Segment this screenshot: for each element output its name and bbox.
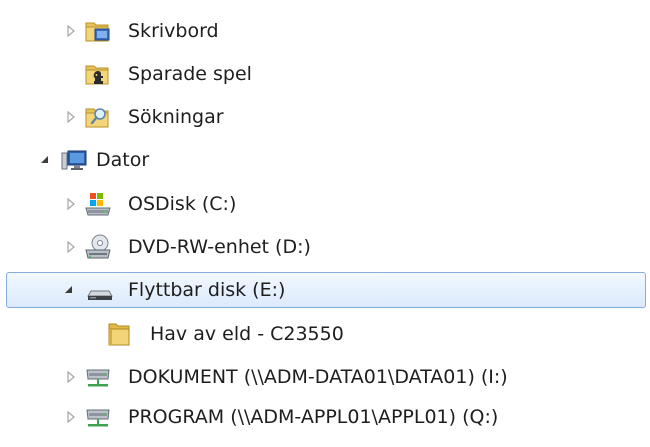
- expand-arrow-icon[interactable]: [64, 228, 78, 266]
- network-drive-icon: [84, 403, 112, 431]
- tree-item-label: PROGRAM (\\ADM-APPL01\APPL01) (Q:): [128, 406, 499, 428]
- tree-item-label: Skrivbord: [128, 20, 219, 42]
- tree-item-label: Sparade spel: [128, 63, 252, 85]
- expand-arrow-icon[interactable]: [64, 185, 78, 223]
- tree-item-dokument[interactable]: DOKUMENT (\\ADM-DATA01\DATA01) (I:): [0, 358, 650, 396]
- computer-icon: [60, 146, 88, 174]
- tree-item-program[interactable]: PROGRAM (\\ADM-APPL01\APPL01) (Q:): [0, 398, 650, 436]
- tree-item-sparade-spel[interactable]: Sparade spel: [0, 55, 650, 93]
- tree-item-label: Dator: [96, 149, 150, 171]
- tree-item-osdisk[interactable]: OSDisk (C:): [0, 185, 650, 223]
- tree-item-hav-av-eld[interactable]: Hav av eld - C23550: [0, 315, 650, 353]
- expand-arrow-icon[interactable]: [64, 398, 78, 436]
- dvd-drive-icon: [84, 233, 112, 261]
- tree-item-skrivbord[interactable]: Skrivbord: [0, 12, 650, 50]
- expand-arrow-icon[interactable]: [64, 12, 78, 50]
- tree-item-label: DOKUMENT (\\ADM-DATA01\DATA01) (I:): [128, 366, 508, 388]
- tree-item-label: Hav av eld - C23550: [150, 323, 344, 345]
- removable-disk-icon: [86, 276, 114, 304]
- tree-item-label: DVD-RW-enhet (D:): [128, 236, 311, 258]
- tree-item-sokningar[interactable]: Sökningar: [0, 98, 650, 136]
- collapse-arrow-icon[interactable]: [38, 141, 52, 179]
- folder-icon: [106, 320, 134, 348]
- collapse-arrow-icon[interactable]: [62, 271, 76, 309]
- tree-item-dator[interactable]: Dator: [0, 141, 650, 179]
- searches-folder-icon: [84, 103, 112, 131]
- network-drive-icon: [84, 363, 112, 391]
- navigation-tree: Skrivbord Sparade spel Sökningar Dator O…: [0, 0, 650, 447]
- tree-item-label: OSDisk (C:): [128, 193, 237, 215]
- os-disk-icon: [84, 190, 112, 218]
- tree-item-label: Flyttbar disk (E:): [128, 279, 286, 301]
- desktop-folder-icon: [84, 17, 112, 45]
- saved-games-folder-icon: [84, 60, 112, 88]
- tree-item-flyttbar-disk[interactable]: Flyttbar disk (E:): [0, 271, 650, 309]
- expand-arrow-icon[interactable]: [64, 358, 78, 396]
- expand-arrow-icon[interactable]: [64, 98, 78, 136]
- tree-item-label: Sökningar: [128, 106, 224, 128]
- tree-item-dvd-rw[interactable]: DVD-RW-enhet (D:): [0, 228, 650, 266]
